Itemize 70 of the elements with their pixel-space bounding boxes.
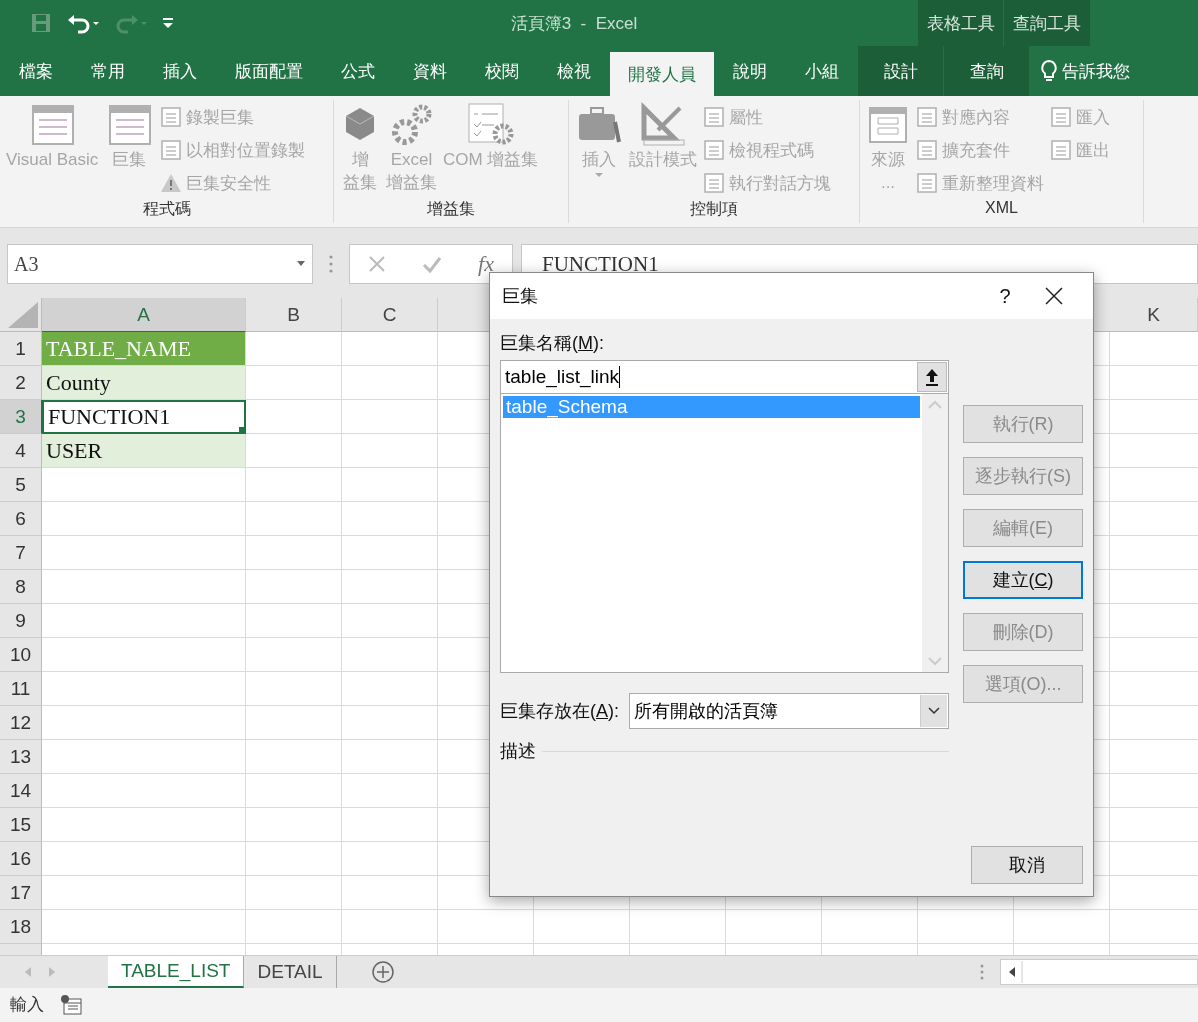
previous-sheet-icon[interactable] xyxy=(24,966,32,977)
cancel-button[interactable]: 取消 xyxy=(971,846,1083,884)
warning-icon xyxy=(160,172,183,194)
select-all-icon[interactable] xyxy=(8,302,38,328)
ribbon-tab[interactable]: 公式 xyxy=(322,46,394,96)
ribbon-tab[interactable]: 資料 xyxy=(394,46,466,96)
macro-record-icon[interactable] xyxy=(60,994,82,1015)
save-icon[interactable] xyxy=(30,12,52,34)
row-header[interactable]: 3 xyxy=(0,400,42,434)
undo-icon[interactable] xyxy=(66,12,100,34)
group-label: 程式碼 xyxy=(141,199,192,219)
ribbon-tab[interactable]: 設計 xyxy=(858,46,943,96)
macro-name-field[interactable]: table_list_link xyxy=(500,360,949,394)
redo-icon[interactable] xyxy=(114,12,148,34)
scroll-up-icon[interactable] xyxy=(928,400,942,409)
group-label: 控制項 xyxy=(689,199,739,219)
field-label: 巨集存放在(A): xyxy=(500,699,619,723)
macro-list-item[interactable]: table_Schema xyxy=(503,396,920,418)
ribbon-tab[interactable]: 版面配置 xyxy=(216,46,322,96)
document-icon xyxy=(916,172,938,194)
chevron-down-icon xyxy=(928,707,940,715)
sheet-icon xyxy=(160,106,183,128)
cancel-icon[interactable] xyxy=(368,255,386,273)
horizontal-scrollbar[interactable] xyxy=(1000,958,1198,985)
collapse-icon[interactable] xyxy=(924,367,940,387)
document-icon xyxy=(703,139,725,161)
context-group-label: 查詢工具 xyxy=(1004,0,1090,46)
name-box[interactable]: A3 xyxy=(7,244,313,284)
document-icon xyxy=(916,139,938,161)
drag-handle-icon[interactable] xyxy=(980,963,984,980)
table-cell[interactable]: USER xyxy=(42,434,246,468)
ribbon-tab[interactable]: 檔案 xyxy=(0,46,72,96)
caret-icon xyxy=(296,261,306,267)
scroll-down-icon[interactable] xyxy=(928,657,942,666)
ribbon-tab[interactable]: 常用 xyxy=(72,46,144,96)
dialog-button[interactable]: 建立(C) xyxy=(963,561,1083,599)
window-title: 活頁簿3 - Excel xyxy=(509,12,639,35)
column-header[interactable]: A xyxy=(42,298,246,332)
location-dropdown[interactable]: 所有開啟的活頁簿 xyxy=(629,693,949,729)
field-label: 巨集名稱(M): xyxy=(500,331,605,355)
insert-function-button[interactable]: fx xyxy=(478,251,494,277)
document-icon xyxy=(1050,106,1072,128)
tell-me-field[interactable]: 告訴我您 xyxy=(1030,46,1130,96)
dialog-title: 巨集 xyxy=(502,285,539,308)
context-group-label: 表格工具 xyxy=(918,0,1003,46)
document-icon xyxy=(1050,139,1072,161)
sheet-tab[interactable]: DETAIL xyxy=(244,956,337,988)
table-cell[interactable]: County xyxy=(42,366,246,400)
next-sheet-icon[interactable] xyxy=(48,966,56,977)
macro-list[interactable]: table_Schema xyxy=(500,394,949,673)
check-icon[interactable] xyxy=(422,255,443,273)
ribbon-tab[interactable]: 插入 xyxy=(144,46,216,96)
table-cell[interactable]: FUNCTION1 xyxy=(42,400,246,434)
lightbulb-icon xyxy=(1040,59,1058,83)
ribbon-tab[interactable]: 查詢 xyxy=(944,46,1029,96)
drag-handle-icon[interactable] xyxy=(329,255,333,273)
group-label: XML xyxy=(984,199,1019,218)
group-label: 增益集 xyxy=(426,199,476,219)
ribbon-tab[interactable]: 開發人員 xyxy=(610,52,714,96)
ribbon-tab[interactable]: 小組 xyxy=(786,46,858,96)
ribbon-tab[interactable]: 說明 xyxy=(714,46,786,96)
add-sheet-icon[interactable] xyxy=(370,959,395,984)
customize-icon[interactable] xyxy=(162,16,174,30)
close-icon[interactable] xyxy=(1044,286,1064,306)
ribbon-tab[interactable]: 檢視 xyxy=(538,46,610,96)
sheet-tab[interactable]: TABLE_LIST xyxy=(108,956,245,988)
status-mode: 輸入 xyxy=(10,994,44,1017)
section-label: 描述 xyxy=(500,740,536,763)
ribbon-tab[interactable]: 校閱 xyxy=(466,46,538,96)
help-button[interactable]: ? xyxy=(983,284,1027,308)
